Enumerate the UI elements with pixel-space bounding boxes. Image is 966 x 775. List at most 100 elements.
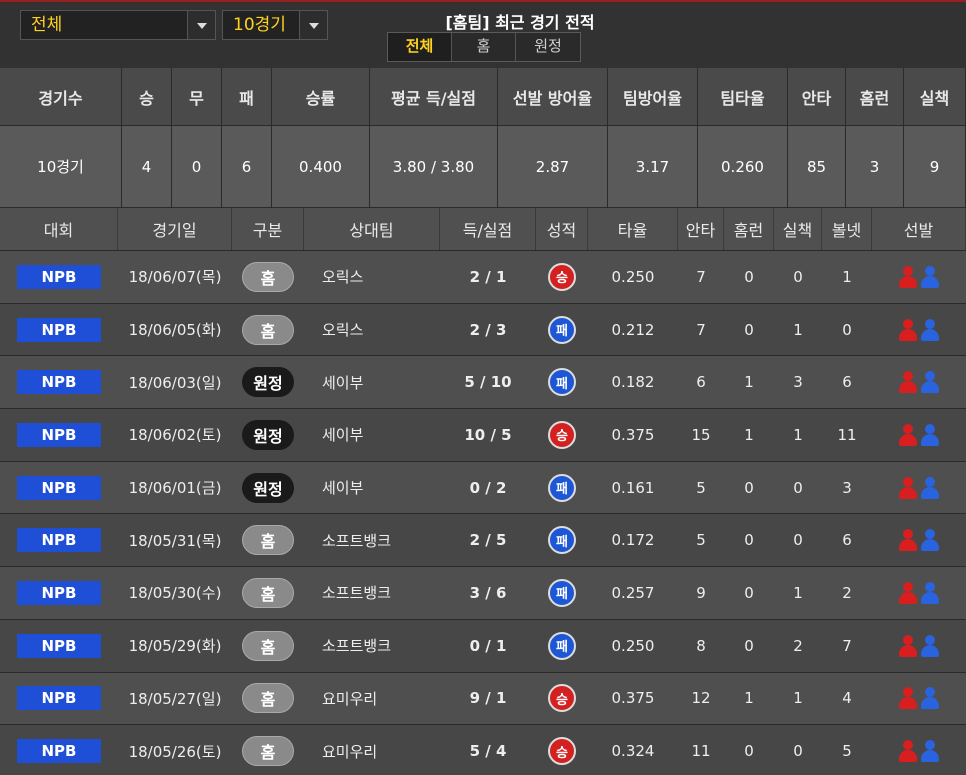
opponent-team[interactable]: 소프트뱅크 (304, 567, 440, 619)
tab-all[interactable]: 전체 (388, 33, 452, 61)
hits: 6 (696, 373, 706, 392)
summary-value-row: 10경기 4 0 6 0.400 3.80 / 3.80 2.87 3.17 0.260 85 3 9 (0, 126, 966, 208)
league-badge[interactable]: NPB (17, 264, 101, 289)
person-blue-icon[interactable] (920, 527, 940, 553)
walks: 6 (842, 531, 852, 550)
table-row[interactable]: NPB 18/06/05(화) 홈 오릭스 2 / 3 패 0.212 7 0 1 0 (0, 302, 966, 356)
person-red-icon[interactable] (898, 369, 918, 395)
game-date: 18/06/03(일) (128, 373, 222, 392)
table-row[interactable]: NPB 18/06/07(목) 홈 오릭스 2 / 1 승 0.250 7 0 0 1 (0, 250, 966, 303)
summary-value-cell: 10경기 (0, 126, 122, 208)
table-row[interactable]: NPB 18/05/30(수) 홈 소프트뱅크 3 / 6 패 0.257 9 0 1 2 (0, 566, 966, 619)
summary-header-cell: 패 (222, 68, 272, 126)
table-row[interactable]: NPB 18/05/26(토) 홈 요미우리 5 / 4 승 0.324 11 0 0 5 (0, 724, 966, 775)
person-red-icon[interactable] (898, 580, 918, 606)
table-row[interactable]: NPB 18/05/27(일) 홈 요미우리 9 / 1 승 0.375 12 1 1 4 (0, 671, 966, 725)
table-row[interactable]: NPB 18/05/29(화) 홈 소프트뱅크 0 / 1 패 0.250 8 0 2 7 (0, 618, 966, 672)
table-row[interactable]: NPB 18/06/01(금) 원정 세이부 0 / 2 패 0.161 5 0 0 3 (0, 460, 966, 514)
batting-avg: 0.250 (611, 636, 655, 655)
league-badge[interactable]: NPB (17, 370, 101, 395)
batting-avg: 0.257 (611, 583, 655, 602)
league-badge[interactable]: NPB (17, 528, 101, 553)
person-red-icon[interactable] (898, 527, 918, 553)
summary-header-cell: 선발 방어율 (498, 68, 608, 126)
scope-select[interactable]: 전체 (20, 10, 216, 40)
games-header-cell: 경기일 (118, 208, 232, 250)
game-count-select[interactable]: 10경기 (222, 10, 328, 40)
opponent-team[interactable]: 요미우리 (304, 673, 440, 725)
league-badge[interactable]: NPB (17, 317, 101, 342)
venue-badge: 홈 (242, 261, 294, 292)
league-badge[interactable]: NPB (17, 686, 101, 711)
opponent-team[interactable]: 세이부 (304, 409, 440, 461)
league-cell: NPB (0, 725, 118, 775)
walks: 1 (842, 267, 852, 286)
result-badge: 패 (548, 578, 576, 607)
games-header-cell: 볼넷 (822, 208, 872, 250)
starters-cell (872, 673, 966, 725)
opponent-team[interactable]: 세이부 (304, 356, 440, 408)
hits: 5 (696, 478, 706, 497)
person-blue-icon[interactable] (920, 633, 940, 659)
score: 5 / 10 (464, 373, 512, 392)
table-row[interactable]: NPB 18/05/31(목) 홈 소프트뱅크 2 / 5 패 0.172 5 0 0 6 (0, 513, 966, 567)
errors: 1 (793, 425, 803, 444)
chevron-down-icon[interactable] (187, 11, 215, 39)
batting-avg: 0.161 (611, 478, 655, 497)
league-cell: NPB (0, 251, 118, 303)
person-red-icon[interactable] (898, 317, 918, 343)
walks: 0 (842, 320, 852, 339)
summary-header-cell: 안타 (788, 68, 846, 126)
opponent-team[interactable]: 소프트뱅크 (304, 514, 440, 566)
person-red-icon[interactable] (898, 422, 918, 448)
game-count-select-value: 10경기 (233, 15, 286, 35)
person-blue-icon[interactable] (920, 738, 940, 764)
opponent-team[interactable]: 요미우리 (304, 725, 440, 775)
person-blue-icon[interactable] (920, 422, 940, 448)
tab-home[interactable]: 홈 (452, 33, 516, 61)
panel-title: [홈팀] 최근 경기 전적 (445, 13, 595, 32)
person-blue-icon[interactable] (920, 264, 940, 290)
starters-cell (872, 725, 966, 775)
tab-away[interactable]: 원정 (516, 33, 580, 61)
summary-value-cell: 3.80 / 3.80 (370, 126, 498, 208)
starters-cell (872, 462, 966, 514)
person-blue-icon[interactable] (920, 685, 940, 711)
opponent-team[interactable]: 오릭스 (304, 251, 440, 303)
person-red-icon[interactable] (898, 633, 918, 659)
errors: 3 (793, 373, 803, 392)
opponent-team[interactable]: 세이부 (304, 462, 440, 514)
game-date: 18/05/27(일) (128, 689, 222, 708)
league-badge[interactable]: NPB (17, 475, 101, 500)
venue-badge: 홈 (242, 630, 294, 661)
person-blue-icon[interactable] (920, 580, 940, 606)
person-red-icon[interactable] (898, 685, 918, 711)
summary-header-cell: 홈런 (846, 68, 904, 126)
league-badge[interactable]: NPB (17, 633, 101, 658)
game-date: 18/06/01(금) (128, 479, 222, 498)
league-badge[interactable]: NPB (17, 739, 101, 764)
recent-games-panel: 전체 10경기 [홈팀] 최근 경기 전적 전체 홈 원정 경기수 승 무 패 승률 평균… (0, 0, 966, 775)
person-red-icon[interactable] (898, 738, 918, 764)
chevron-down-icon[interactable] (299, 11, 327, 39)
hits: 8 (696, 636, 706, 655)
person-blue-icon[interactable] (920, 475, 940, 501)
opponent-team[interactable]: 소프트뱅크 (304, 620, 440, 672)
games-header-cell: 성적 (536, 208, 588, 250)
errors: 0 (793, 742, 803, 761)
league-badge[interactable]: NPB (17, 580, 101, 605)
games-header-cell: 홈런 (724, 208, 774, 250)
summary-header-cell: 팀방어율 (608, 68, 698, 126)
person-blue-icon[interactable] (920, 369, 940, 395)
person-blue-icon[interactable] (920, 317, 940, 343)
person-red-icon[interactable] (898, 264, 918, 290)
summary-header-cell: 승 (122, 68, 172, 126)
venue-cell: 홈 (232, 725, 304, 775)
opponent-team[interactable]: 오릭스 (304, 304, 440, 356)
starters-cell (872, 567, 966, 619)
table-row[interactable]: NPB 18/06/03(일) 원정 세이부 5 / 10 패 0.182 6 1 3 6 (0, 355, 966, 409)
score: 0 / 2 (469, 478, 507, 497)
league-badge[interactable]: NPB (17, 422, 101, 447)
person-red-icon[interactable] (898, 475, 918, 501)
table-row[interactable]: NPB 18/06/02(토) 원정 세이부 10 / 5 승 0.375 15 1 1 11 (0, 408, 966, 461)
